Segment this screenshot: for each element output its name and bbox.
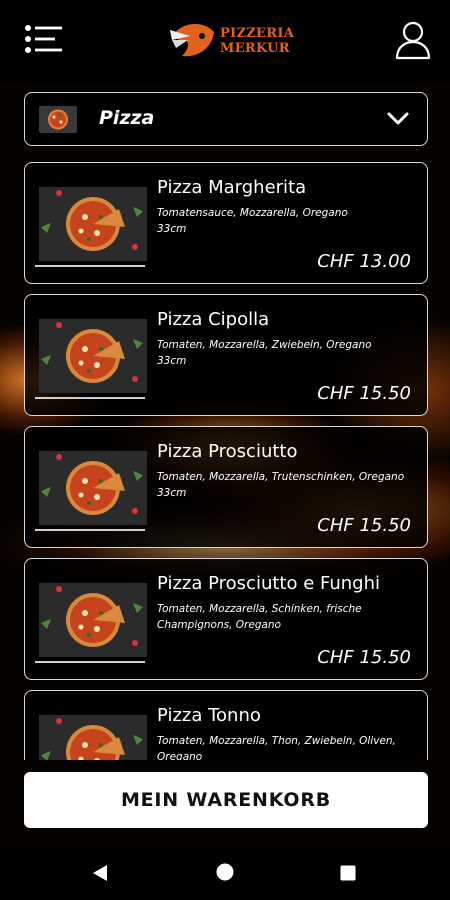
pizzeria-logo[interactable]: PIZZERIA MERKUR: [168, 20, 298, 62]
product-card[interactable]: Pizza Cipolla Tomaten, Mozzarella, Zwieb…: [24, 294, 428, 416]
logo-text-line1: PIZZERIA: [220, 26, 295, 41]
pizza-thumbnail-icon: [39, 106, 77, 133]
recent-apps-square-icon[interactable]: [340, 865, 356, 881]
category-label: Pizza: [99, 107, 155, 129]
product-card[interactable]: Pizza Tonno Tomaten, Mozzarella, Thon, Z…: [24, 690, 428, 760]
hamburger-menu-icon[interactable]: [24, 24, 64, 54]
home-circle-icon[interactable]: [216, 863, 234, 881]
product-description: Tomaten, Mozzarella, Schinken, frische C…: [157, 603, 362, 631]
product-name: Pizza Cipolla: [157, 309, 270, 330]
back-triangle-icon[interactable]: [91, 864, 109, 882]
product-card[interactable]: Pizza Prosciutto e Funghi Tomaten, Mozza…: [24, 558, 428, 680]
cart-button[interactable]: MEIN WARENKORB: [24, 772, 428, 828]
product-price: CHF 15.50: [317, 515, 411, 536]
product-name: Pizza Tonno: [157, 705, 261, 726]
product-card[interactable]: Pizza Prosciutto Tomaten, Mozzarella, Tr…: [24, 426, 428, 548]
pizza-image: [39, 715, 147, 760]
chevron-down-icon: [387, 112, 409, 125]
logo-text-line2: MERKUR: [220, 41, 290, 56]
product-price: CHF 15.50: [317, 383, 411, 404]
app-header: PIZZERIA MERKUR: [0, 0, 450, 84]
product-name: Pizza Prosciutto: [157, 441, 298, 462]
pizza-image: [39, 187, 147, 261]
product-card[interactable]: Pizza Margherita Tomatensauce, Mozzarell…: [24, 162, 428, 284]
product-description: Tomaten, Mozzarella, Zwiebeln, Oregano 3…: [157, 339, 372, 367]
logo-helmet-icon: [170, 23, 214, 57]
product-description: Tomaten, Mozzarella, Trutenschinken, Ore…: [157, 471, 405, 499]
product-description: Tomatensauce, Mozzarella, Oregano 33cm: [157, 207, 348, 235]
product-price: CHF 13.00: [317, 251, 411, 272]
image-divider: [35, 265, 145, 267]
product-list[interactable]: Pizza Margherita Tomatensauce, Mozzarell…: [24, 162, 428, 760]
image-divider: [35, 529, 145, 531]
product-name: Pizza Prosciutto e Funghi: [157, 573, 381, 594]
android-nav-bar: [0, 842, 450, 900]
product-price: CHF 15.50: [317, 647, 411, 668]
pizza-image: [39, 583, 147, 657]
pizza-image: [39, 451, 147, 525]
product-name: Pizza Margherita: [157, 177, 307, 198]
pizza-image: [39, 319, 147, 393]
product-description: Tomaten, Mozzarella, Thon, Zwiebeln, Oli…: [157, 735, 396, 760]
user-profile-icon[interactable]: [395, 20, 431, 60]
image-divider: [35, 397, 145, 399]
image-divider: [35, 661, 145, 663]
category-dropdown[interactable]: Pizza: [24, 92, 428, 146]
